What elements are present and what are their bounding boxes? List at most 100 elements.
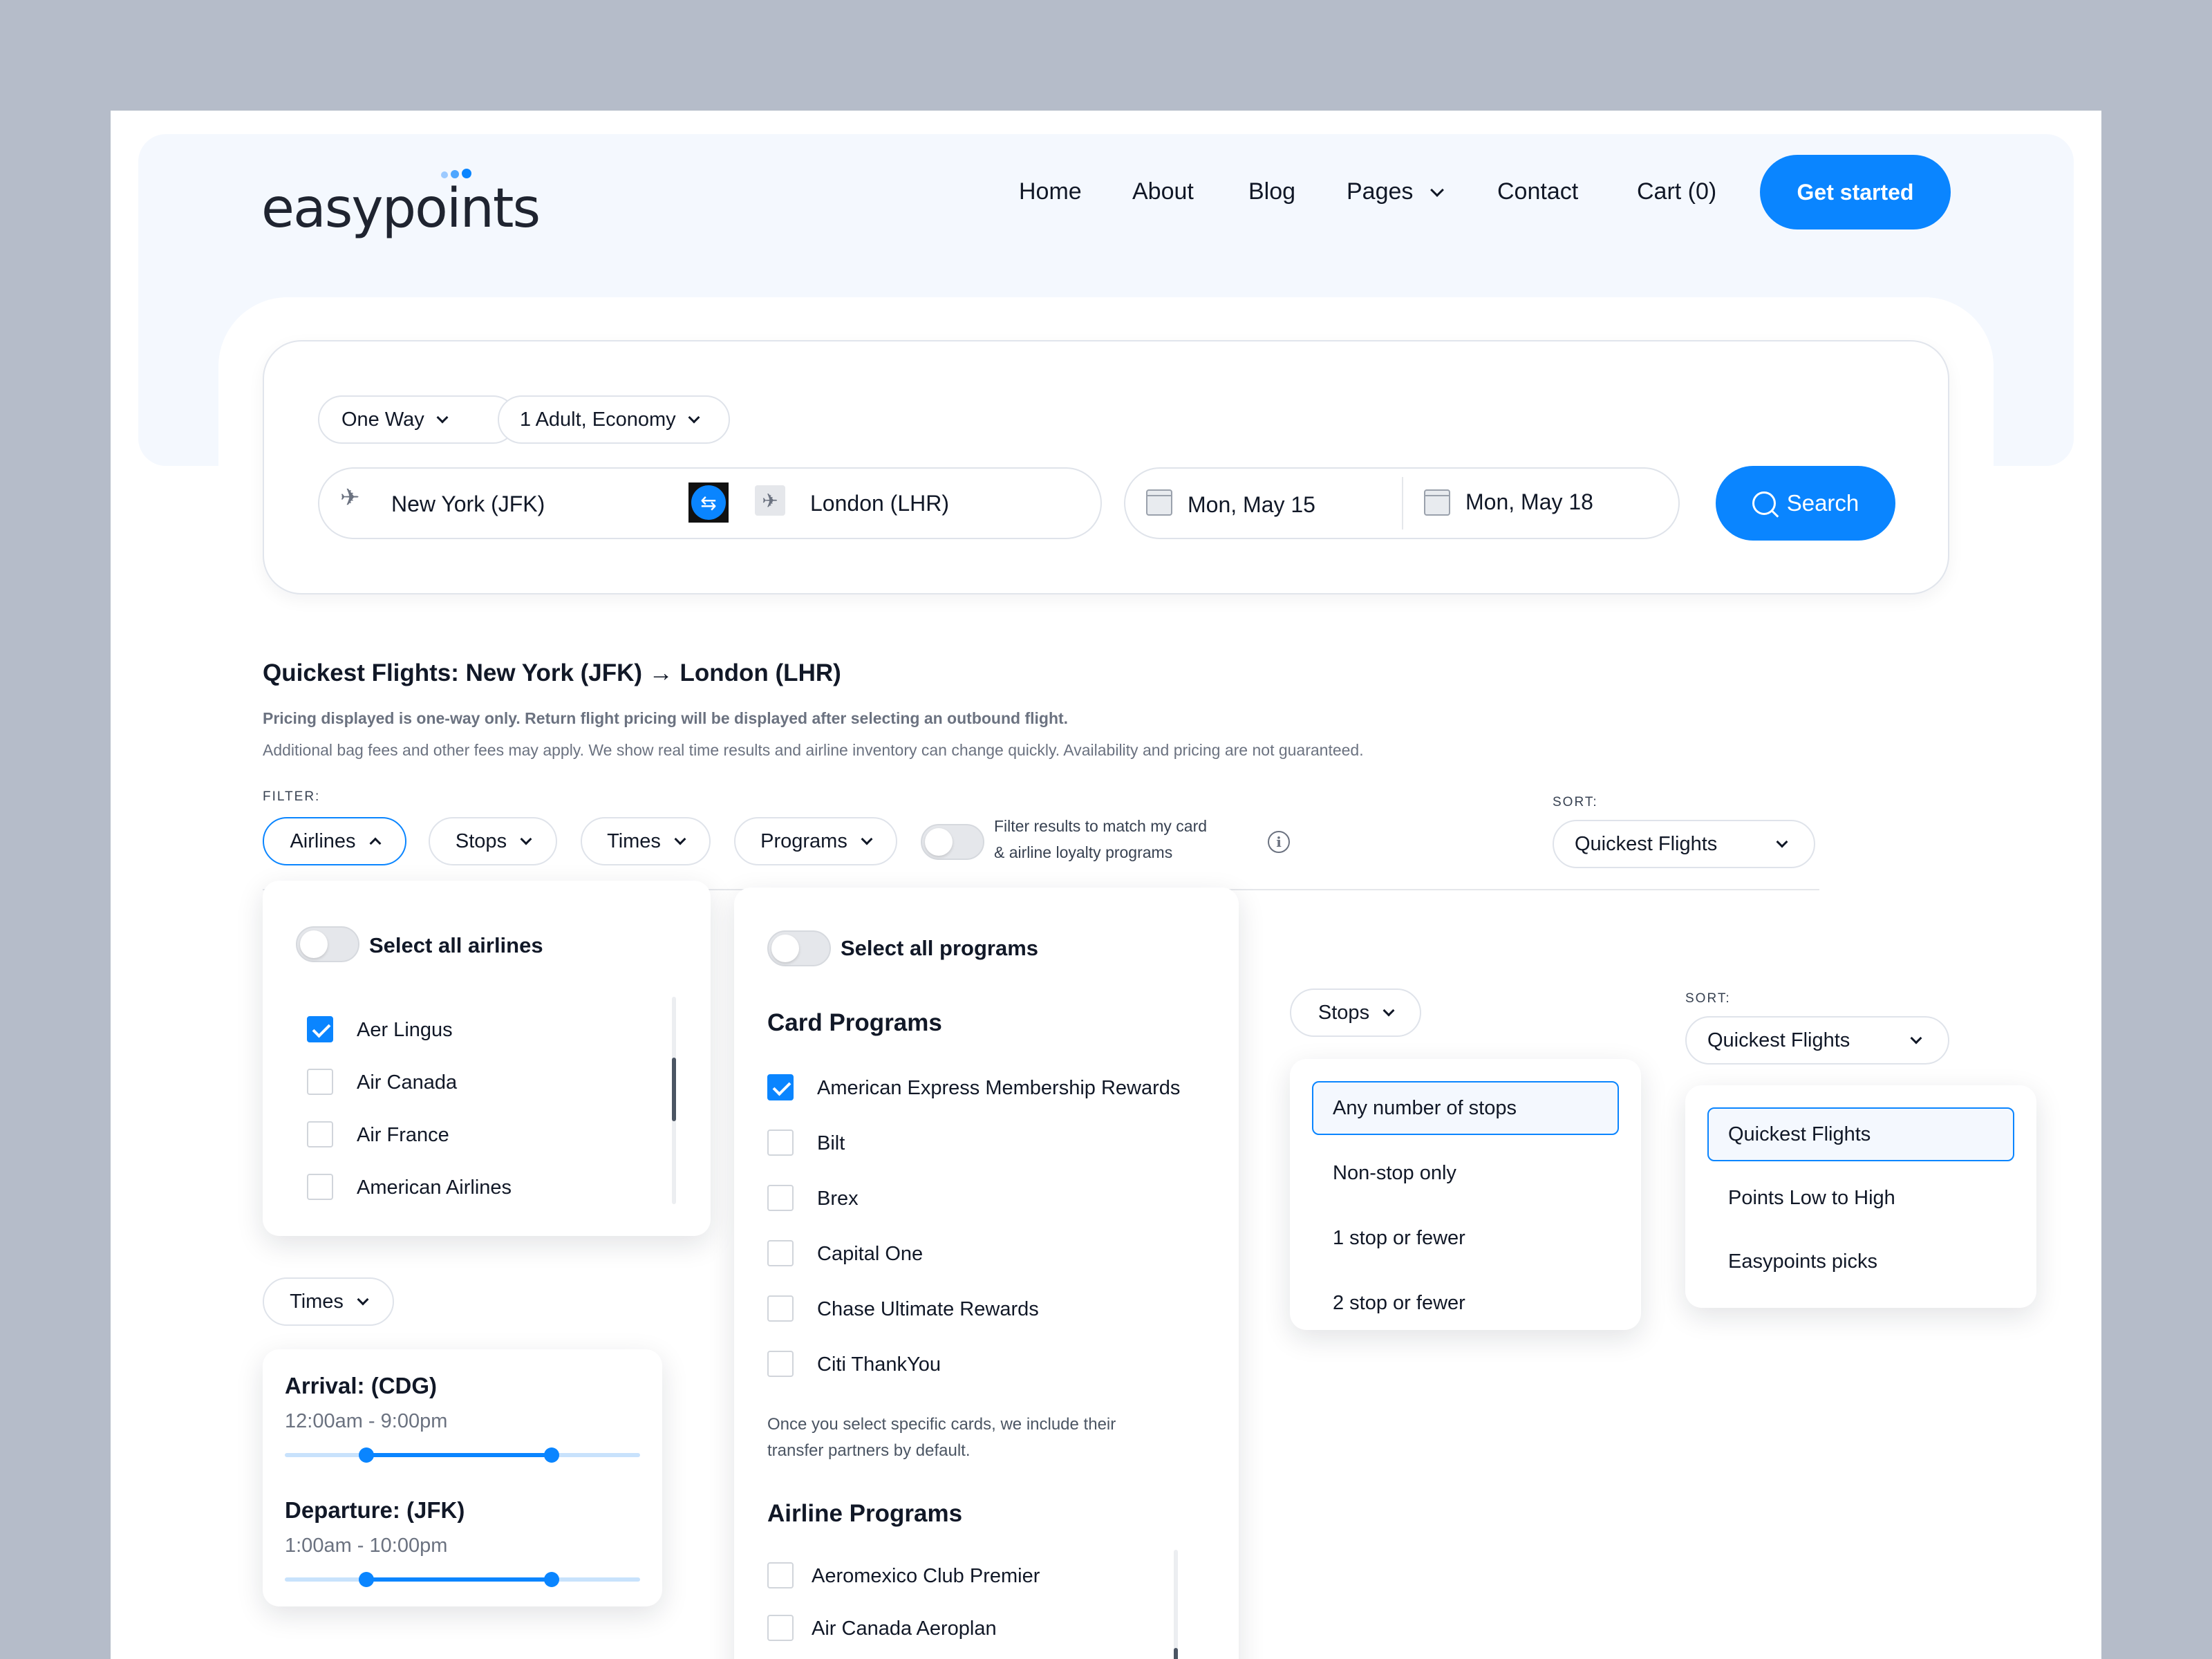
program-label[interactable]: Capital One xyxy=(817,1243,923,1266)
sort-value: Quickest Flights xyxy=(1575,832,1718,855)
airlines-filter-label: Airlines xyxy=(290,830,356,852)
stops-option[interactable]: Non-stop only xyxy=(1312,1146,1619,1200)
program-label[interactable]: Chase Ultimate Rewards xyxy=(817,1298,1039,1321)
nav-pages[interactable]: Pages xyxy=(1347,153,1444,229)
program-checkbox[interactable] xyxy=(767,1615,794,1641)
sort-select[interactable]: Quickest Flights xyxy=(1553,820,1815,868)
airline-checkbox[interactable] xyxy=(307,1121,333,1147)
stops-dropdown-button[interactable]: Stops xyxy=(1290,988,1421,1037)
times-filter-button[interactable]: Times xyxy=(581,817,711,865)
departure-time-range: 1:00am - 10:00pm xyxy=(285,1535,448,1557)
airline-label[interactable]: Aer Lingus xyxy=(357,1019,453,1042)
stops-option[interactable]: Any number of stops xyxy=(1312,1081,1619,1135)
programs-filter-button[interactable]: Programs xyxy=(734,817,897,865)
search-icon xyxy=(1752,491,1776,515)
program-label[interactable]: Aeromexico Club Premier xyxy=(812,1565,1040,1588)
stops-filter-label: Stops xyxy=(455,830,507,852)
airlines-filter-button[interactable]: Airlines xyxy=(263,817,406,865)
airlines-dropdown-panel: Select all airlines Aer Lingus Air Canad… xyxy=(263,881,711,1236)
program-checkbox[interactable] xyxy=(767,1130,794,1156)
match-programs-label-line2: & airline loyalty programs xyxy=(994,843,1173,861)
stops-option[interactable]: 2 stop or fewer xyxy=(1312,1276,1619,1330)
airline-checkbox[interactable] xyxy=(307,1069,333,1095)
search-button-label: Search xyxy=(1786,490,1859,516)
times-dropdown-label: Times xyxy=(290,1290,344,1313)
program-checkbox[interactable] xyxy=(767,1295,794,1322)
sort-option[interactable]: Points Low to High xyxy=(1707,1171,2014,1225)
airline-checkbox[interactable] xyxy=(307,1016,333,1042)
sort-label: SORT: xyxy=(1553,795,1598,809)
program-checkbox[interactable] xyxy=(767,1185,794,1211)
nav-cart[interactable]: Cart (0) xyxy=(1637,153,1716,229)
program-checkbox[interactable] xyxy=(767,1074,794,1100)
search-button[interactable]: Search xyxy=(1716,466,1895,541)
departure-time-title: Departure: (JFK) xyxy=(285,1497,465,1523)
nav-home[interactable]: Home xyxy=(1019,153,1082,229)
chevron-down-icon xyxy=(1776,836,1788,848)
trip-type-value: One Way xyxy=(341,408,424,431)
program-checkbox[interactable] xyxy=(767,1562,794,1588)
arrival-time-range: 12:00am - 9:00pm xyxy=(285,1410,448,1432)
sort-dropdown-button[interactable]: Quickest Flights xyxy=(1685,1016,1949,1065)
airline-label[interactable]: American Airlines xyxy=(357,1177,512,1199)
stops-option[interactable]: 1 stop or fewer xyxy=(1312,1211,1619,1265)
program-label[interactable]: Citi ThankYou xyxy=(817,1353,941,1376)
arrival-slider-end-handle[interactable] xyxy=(543,1447,559,1463)
programs-note-line1: Once you select specific cards, we inclu… xyxy=(767,1415,1116,1434)
sort-option[interactable]: Easypoints picks xyxy=(1707,1235,2014,1288)
airline-label[interactable]: Air Canada xyxy=(357,1071,457,1094)
select-all-programs-toggle[interactable] xyxy=(767,930,831,966)
match-programs-toggle[interactable] xyxy=(921,824,984,860)
arrival-slider-start-handle[interactable] xyxy=(359,1447,375,1463)
stops-dropdown-panel: Any number of stops Non-stop only 1 stop… xyxy=(1290,1059,1641,1330)
program-checkbox[interactable] xyxy=(767,1240,794,1266)
info-icon[interactable]: i xyxy=(1268,831,1290,853)
destination-input[interactable]: London (LHR) xyxy=(810,489,949,517)
chevron-down-icon xyxy=(436,411,449,424)
return-date-input[interactable]: Mon, May 18 xyxy=(1465,488,1593,516)
airline-checkbox[interactable] xyxy=(307,1174,333,1200)
departure-slider-start-handle[interactable] xyxy=(359,1572,375,1587)
depart-date-input[interactable]: Mon, May 15 xyxy=(1188,491,1315,518)
chevron-down-icon xyxy=(1910,1032,1922,1044)
programs-scrollbar[interactable] xyxy=(1174,1550,1178,1659)
calendar-icon xyxy=(1146,489,1172,516)
sort-dropdown-panel: Quickest Flights Points Low to High Easy… xyxy=(1685,1085,2036,1308)
departure-plane-icon: ✈ xyxy=(340,485,360,511)
nav-pages-label: Pages xyxy=(1347,178,1414,205)
airline-label[interactable]: Air France xyxy=(357,1124,449,1147)
trip-type-select[interactable]: One Way xyxy=(318,395,517,444)
times-dropdown-button[interactable]: Times xyxy=(263,1277,394,1326)
sort-option[interactable]: Quickest Flights xyxy=(1707,1107,2014,1161)
passengers-select[interactable]: 1 Adult, Economy xyxy=(498,395,730,444)
program-label[interactable]: Brex xyxy=(817,1188,859,1210)
stops-filter-button[interactable]: Stops xyxy=(429,817,557,865)
arrival-time-title: Arrival: (CDG) xyxy=(285,1373,438,1398)
program-label[interactable]: American Express Membership Rewards xyxy=(817,1077,1180,1100)
arrival-slider-range xyxy=(366,1453,552,1457)
brand-logo[interactable]: easypoints xyxy=(261,167,541,250)
airline-programs-heading: Airline Programs xyxy=(767,1500,963,1527)
select-all-airlines-toggle[interactable] xyxy=(296,926,359,962)
program-label[interactable]: Air Canada Aeroplan xyxy=(812,1618,997,1640)
nav-contact[interactable]: Contact xyxy=(1497,153,1578,229)
chevron-down-icon xyxy=(1430,183,1444,197)
origin-input[interactable]: New York (JFK) xyxy=(391,490,545,518)
programs-note-line2: transfer partners by default. xyxy=(767,1441,971,1460)
sort-dropdown-label: SORT: xyxy=(1685,991,1731,1006)
get-started-button[interactable]: Get started xyxy=(1760,155,1951,229)
times-dropdown-panel: Arrival: (CDG) 12:00am - 9:00pm Departur… xyxy=(263,1349,662,1606)
programs-dropdown-panel: Select all programs Card Programs Americ… xyxy=(734,888,1239,1659)
chevron-up-icon xyxy=(369,837,382,850)
programs-scrollbar-thumb[interactable] xyxy=(1174,1648,1178,1659)
chevron-down-icon xyxy=(520,833,532,845)
airlines-scrollbar-thumb[interactable] xyxy=(672,1058,676,1121)
fees-note: Additional bag fees and other fees may a… xyxy=(263,741,1364,759)
match-programs-label-line1: Filter results to match my card xyxy=(994,817,1208,835)
nav-about[interactable]: About xyxy=(1132,153,1194,229)
program-checkbox[interactable] xyxy=(767,1351,794,1377)
departure-slider-end-handle[interactable] xyxy=(543,1572,559,1587)
swap-route-button[interactable]: ⇆ xyxy=(688,482,729,523)
program-label[interactable]: Bilt xyxy=(817,1132,845,1155)
nav-blog[interactable]: Blog xyxy=(1248,153,1295,229)
